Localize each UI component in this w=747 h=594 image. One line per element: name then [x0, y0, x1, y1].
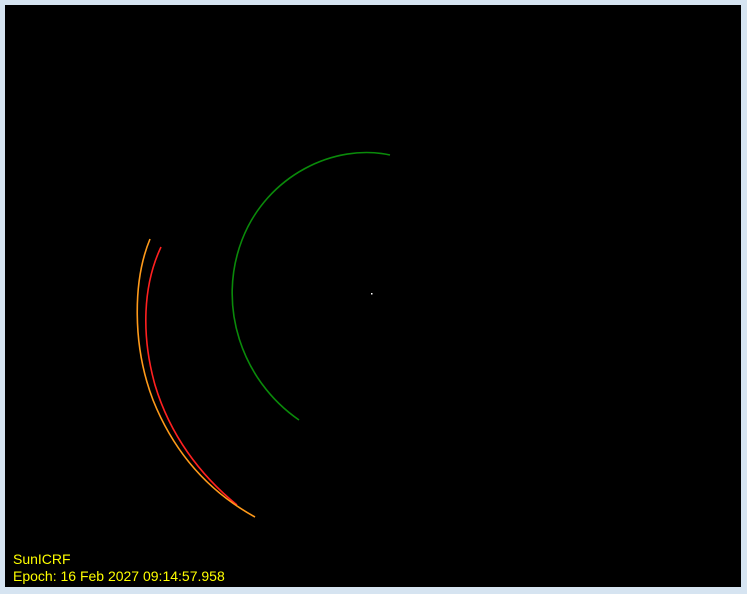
window-frame: SunICRF Epoch: 16 Feb 2027 09:14:57.958 [0, 0, 747, 594]
orbit-trace-green [231, 151, 391, 421]
hud-overlay: SunICRF Epoch: 16 Feb 2027 09:14:57.958 [13, 551, 225, 585]
coordinate-system-label: SunICRF [13, 551, 71, 567]
sun-marker [371, 293, 373, 295]
orbit-plot [136, 151, 391, 518]
orbit-view-canvas[interactable]: SunICRF Epoch: 16 Feb 2027 09:14:57.958 [5, 5, 741, 587]
orbit-trace-orange [136, 238, 256, 518]
epoch-label: Epoch: 16 Feb 2027 09:14:57.958 [13, 568, 225, 584]
